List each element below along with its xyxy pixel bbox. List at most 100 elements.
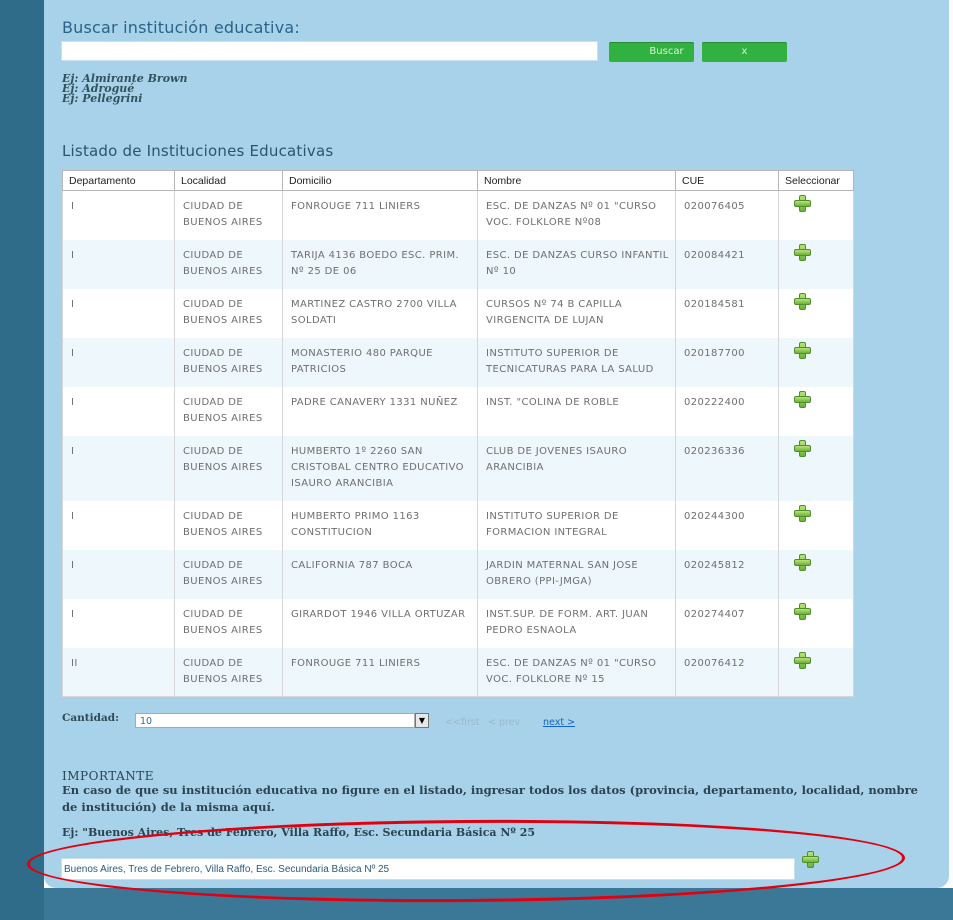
table-row: I CIUDAD DE BUENOS AIRES PADRE CANAVERY … [62,386,854,436]
left-sidebar-strip [0,0,44,920]
select-plus-icon[interactable] [794,602,811,620]
cell-localidad: CIUDAD DE BUENOS AIRES [174,239,283,289]
cell-nombre: CURSOS Nº 74 B CAPILLA VIRGENCITA DE LUJ… [477,288,676,338]
cell-seleccionar [778,549,854,599]
column-header-localidad: Localidad [174,170,283,191]
cell-departamento: I [62,500,175,550]
select-plus-icon[interactable] [794,243,811,261]
cell-departamento: I [62,435,175,501]
dropdown-arrow-icon[interactable]: ▼ [415,713,429,728]
cell-cue: 020244300 [675,500,779,550]
cell-localidad: CIUDAD DE BUENOS AIRES [174,337,283,387]
cell-cue: 020076405 [675,190,779,240]
select-plus-icon[interactable] [794,292,811,310]
cell-domicilio: GIRARDOT 1946 VILLA ORTUZAR [282,598,478,648]
table-header-row: Departamento Localidad Domicilio Nombre … [62,170,854,191]
pager-first-link: <<first [445,717,480,728]
select-plus-icon[interactable] [794,553,811,571]
table-row: II CIUDAD DE BUENOS AIRES FONROUGE 711 L… [62,647,854,697]
cell-departamento: I [62,386,175,436]
cell-seleccionar [778,647,854,697]
cell-nombre: ESC. DE DANZAS Nº 01 "CURSO VOC. FOLKLOR… [477,647,676,697]
list-title: Listado de Instituciones Educativas [62,142,334,160]
cell-departamento: I [62,190,175,240]
cell-localidad: CIUDAD DE BUENOS AIRES [174,288,283,338]
search-examples: Ej: Almirante Brown Ej: Adrogué Ej: Pell… [62,73,188,105]
cell-domicilio: MONASTERIO 480 PARQUE PATRICIOS [282,337,478,387]
table-row: I CIUDAD DE BUENOS AIRES MARTINEZ CASTRO… [62,288,854,338]
select-plus-icon[interactable] [794,504,811,522]
column-header-departamento: Departamento [62,170,175,191]
cell-localidad: CIUDAD DE BUENOS AIRES [174,598,283,648]
cell-domicilio: TARIJA 4136 BOEDO ESC. PRIM. Nº 25 DE 06 [282,239,478,289]
cell-localidad: CIUDAD DE BUENOS AIRES [174,435,283,501]
cell-localidad: CIUDAD DE BUENOS AIRES [174,190,283,240]
cell-cue: 020076412 [675,647,779,697]
cell-departamento: I [62,288,175,338]
cell-nombre: INST. "COLINA DE ROBLE [477,386,676,436]
cell-localidad: CIUDAD DE BUENOS AIRES [174,549,283,599]
table-row: I CIUDAD DE BUENOS AIRES TARIJA 4136 BOE… [62,239,854,289]
cell-domicilio: CALIFORNIA 787 BOCA [282,549,478,599]
table-row: I CIUDAD DE BUENOS AIRES MONASTERIO 480 … [62,337,854,387]
column-header-domicilio: Domicilio [282,170,478,191]
column-header-nombre: Nombre [477,170,676,191]
right-edge [949,0,953,920]
add-manual-plus-icon[interactable] [802,851,819,868]
select-plus-icon[interactable] [794,390,811,408]
cell-domicilio: MARTINEZ CASTRO 2700 VILLA SOLDATI [282,288,478,338]
table-row: I CIUDAD DE BUENOS AIRES HUMBERTO PRIMO … [62,500,854,550]
cell-nombre: INSTITUTO SUPERIOR DE TECNICATURAS PARA … [477,337,676,387]
cell-cue: 020274407 [675,598,779,648]
column-header-seleccionar: Seleccionar [778,170,854,191]
table-row: I CIUDAD DE BUENOS AIRES GIRARDOT 1946 V… [62,598,854,648]
cell-domicilio: HUMBERTO 1º 2260 SAN CRISTOBAL CENTRO ED… [282,435,478,501]
cell-departamento: I [62,337,175,387]
important-text: En caso de que su institución educativa … [62,783,918,814]
quantity-label: Cantidad: [62,712,119,724]
table-row: I CIUDAD DE BUENOS AIRES CALIFORNIA 787 … [62,549,854,599]
manual-institution-input[interactable] [61,858,795,880]
example-line: Ej: Pellegrini [62,92,143,105]
column-header-cue: CUE [675,170,779,191]
cell-departamento: I [62,549,175,599]
cell-cue: 020084421 [675,239,779,289]
cell-localidad: CIUDAD DE BUENOS AIRES [174,500,283,550]
cell-seleccionar [778,337,854,387]
cell-departamento: I [62,239,175,289]
important-example: Ej: "Buenos Aires, Tres de Febrero, Vill… [62,826,536,839]
cell-seleccionar [778,386,854,436]
cell-seleccionar [778,288,854,338]
cell-seleccionar [778,190,854,240]
cell-localidad: CIUDAD DE BUENOS AIRES [174,647,283,697]
cell-localidad: CIUDAD DE BUENOS AIRES [174,386,283,436]
cell-domicilio: FONROUGE 711 LINIERS [282,647,478,697]
cell-seleccionar [778,500,854,550]
institutions-table: Departamento Localidad Domicilio Nombre … [62,170,854,697]
clear-button[interactable]: x [702,42,787,62]
select-plus-icon[interactable] [794,439,811,457]
pager-prev-link: < prev [488,717,521,728]
search-button[interactable]: Buscar [609,42,694,62]
cell-nombre: ESC. DE DANZAS Nº 01 "CURSO VOC. FOLKLOR… [477,190,676,240]
select-plus-icon[interactable] [794,341,811,359]
cell-cue: 020184581 [675,288,779,338]
cell-seleccionar [778,239,854,289]
cell-cue: 020222400 [675,386,779,436]
cell-nombre: ESC. DE DANZAS CURSO INFANTIL Nº 10 [477,239,676,289]
footer-band [44,888,953,920]
quantity-select[interactable]: 10 [135,713,415,728]
cell-nombre: JARDIN MATERNAL SAN JOSE OBRERO (PPI-JMG… [477,549,676,599]
table-row: I CIUDAD DE BUENOS AIRES FONROUGE 711 LI… [62,190,854,240]
cell-nombre: INST.SUP. DE FORM. ART. JUAN PEDRO ESNAO… [477,598,676,648]
pager-next-link[interactable]: next > [543,717,575,728]
search-title: Buscar institución educativa: [62,18,300,37]
select-plus-icon[interactable] [794,651,811,669]
cell-departamento: I [62,598,175,648]
cell-domicilio: HUMBERTO PRIMO 1163 CONSTITUCION [282,500,478,550]
cell-cue: 020236336 [675,435,779,501]
cell-seleccionar [778,598,854,648]
search-input[interactable] [61,41,598,61]
select-plus-icon[interactable] [794,195,811,212]
cell-nombre: INSTITUTO SUPERIOR DE FORMACION INTEGRAL [477,500,676,550]
